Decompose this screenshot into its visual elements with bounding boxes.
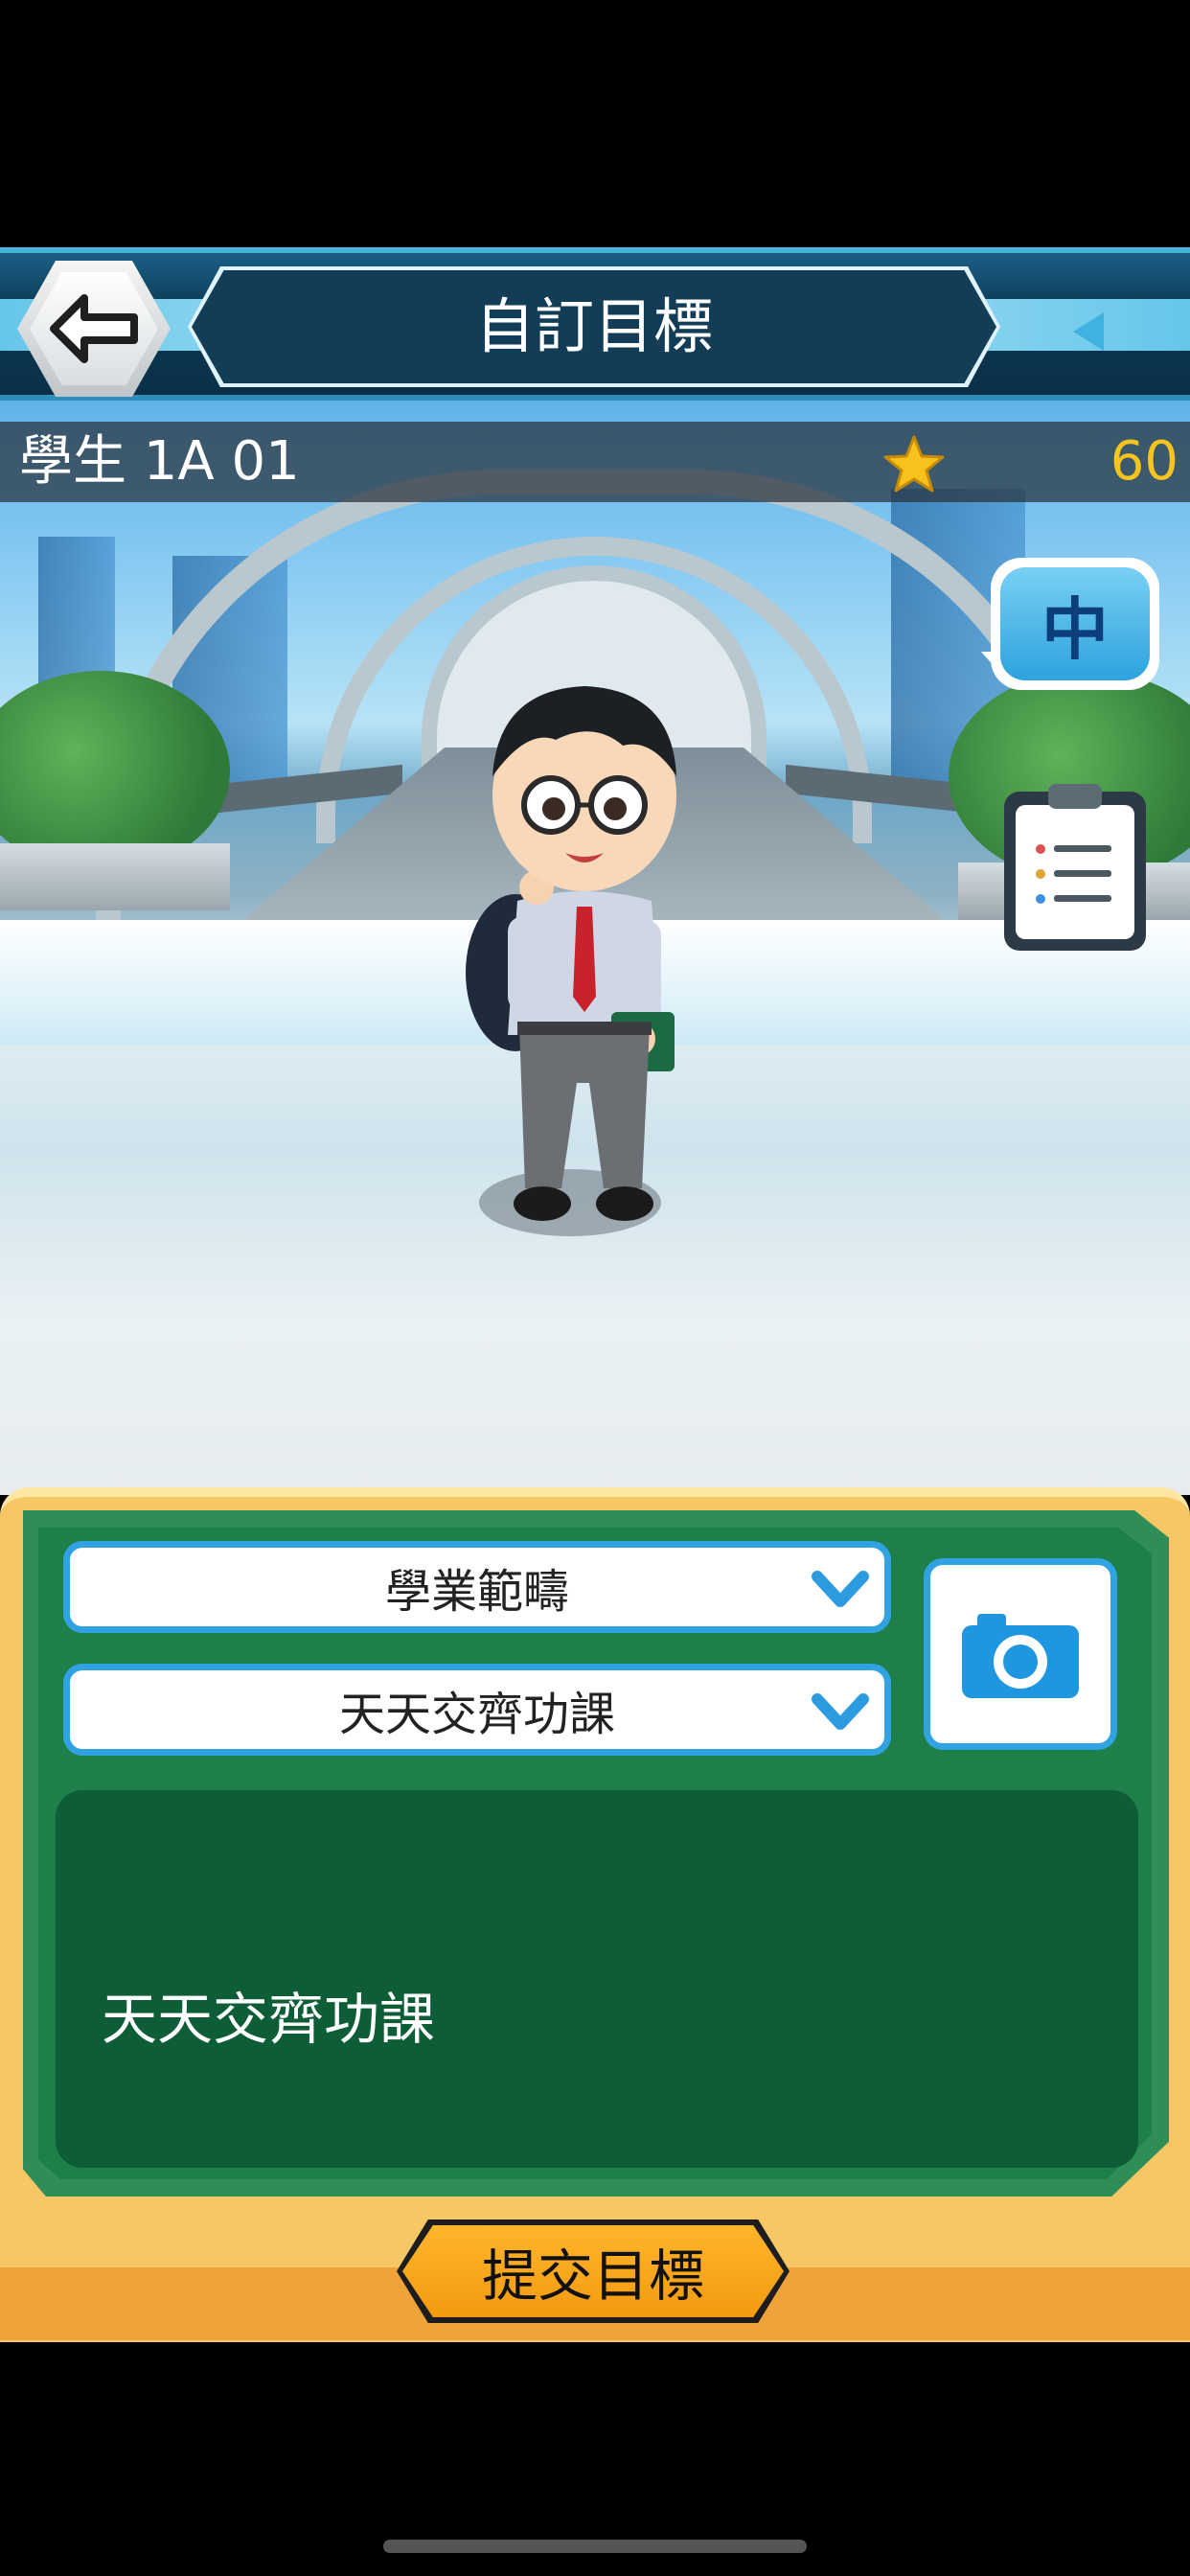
clipboard-clip <box>1048 784 1102 809</box>
category-select-value: 學業範疇 <box>384 1565 569 1619</box>
camera-icon <box>962 1614 1079 1698</box>
home-indicator[interactable] <box>383 2540 807 2553</box>
star-icon <box>883 435 945 493</box>
language-label: 中 <box>1000 567 1150 680</box>
chevron-down-icon <box>812 1571 869 1607</box>
back-arrow-icon <box>50 294 138 363</box>
goal-text: 天天交齊功課 <box>102 1987 436 2052</box>
header-bar: 自訂目標 <box>0 247 1190 401</box>
camera-button[interactable] <box>924 1558 1117 1750</box>
back-button[interactable] <box>17 261 171 397</box>
triangle-left-icon[interactable] <box>1073 312 1104 351</box>
language-button[interactable]: 中 <box>991 558 1159 690</box>
page-title: 自訂目標 <box>474 291 713 361</box>
category-select[interactable]: 學業範疇 <box>63 1541 891 1633</box>
checklist-button[interactable] <box>1004 792 1146 951</box>
student-character <box>466 686 676 1221</box>
planter <box>0 843 230 910</box>
submit-goal-label: 提交目標 <box>402 2225 784 2317</box>
submit-goal-button[interactable]: 提交目標 <box>397 2220 790 2323</box>
goal-select-value: 天天交齊功課 <box>338 1688 615 1741</box>
student-name: 學生 1A 01 <box>19 430 300 493</box>
status-bar: 學生 1A 01 60 <box>0 422 1190 502</box>
goal-select[interactable]: 天天交齊功課 <box>63 1664 891 1756</box>
clipboard-icon <box>1016 805 1134 939</box>
chevron-down-icon <box>812 1693 869 1730</box>
star-count: 60 <box>1110 430 1179 493</box>
